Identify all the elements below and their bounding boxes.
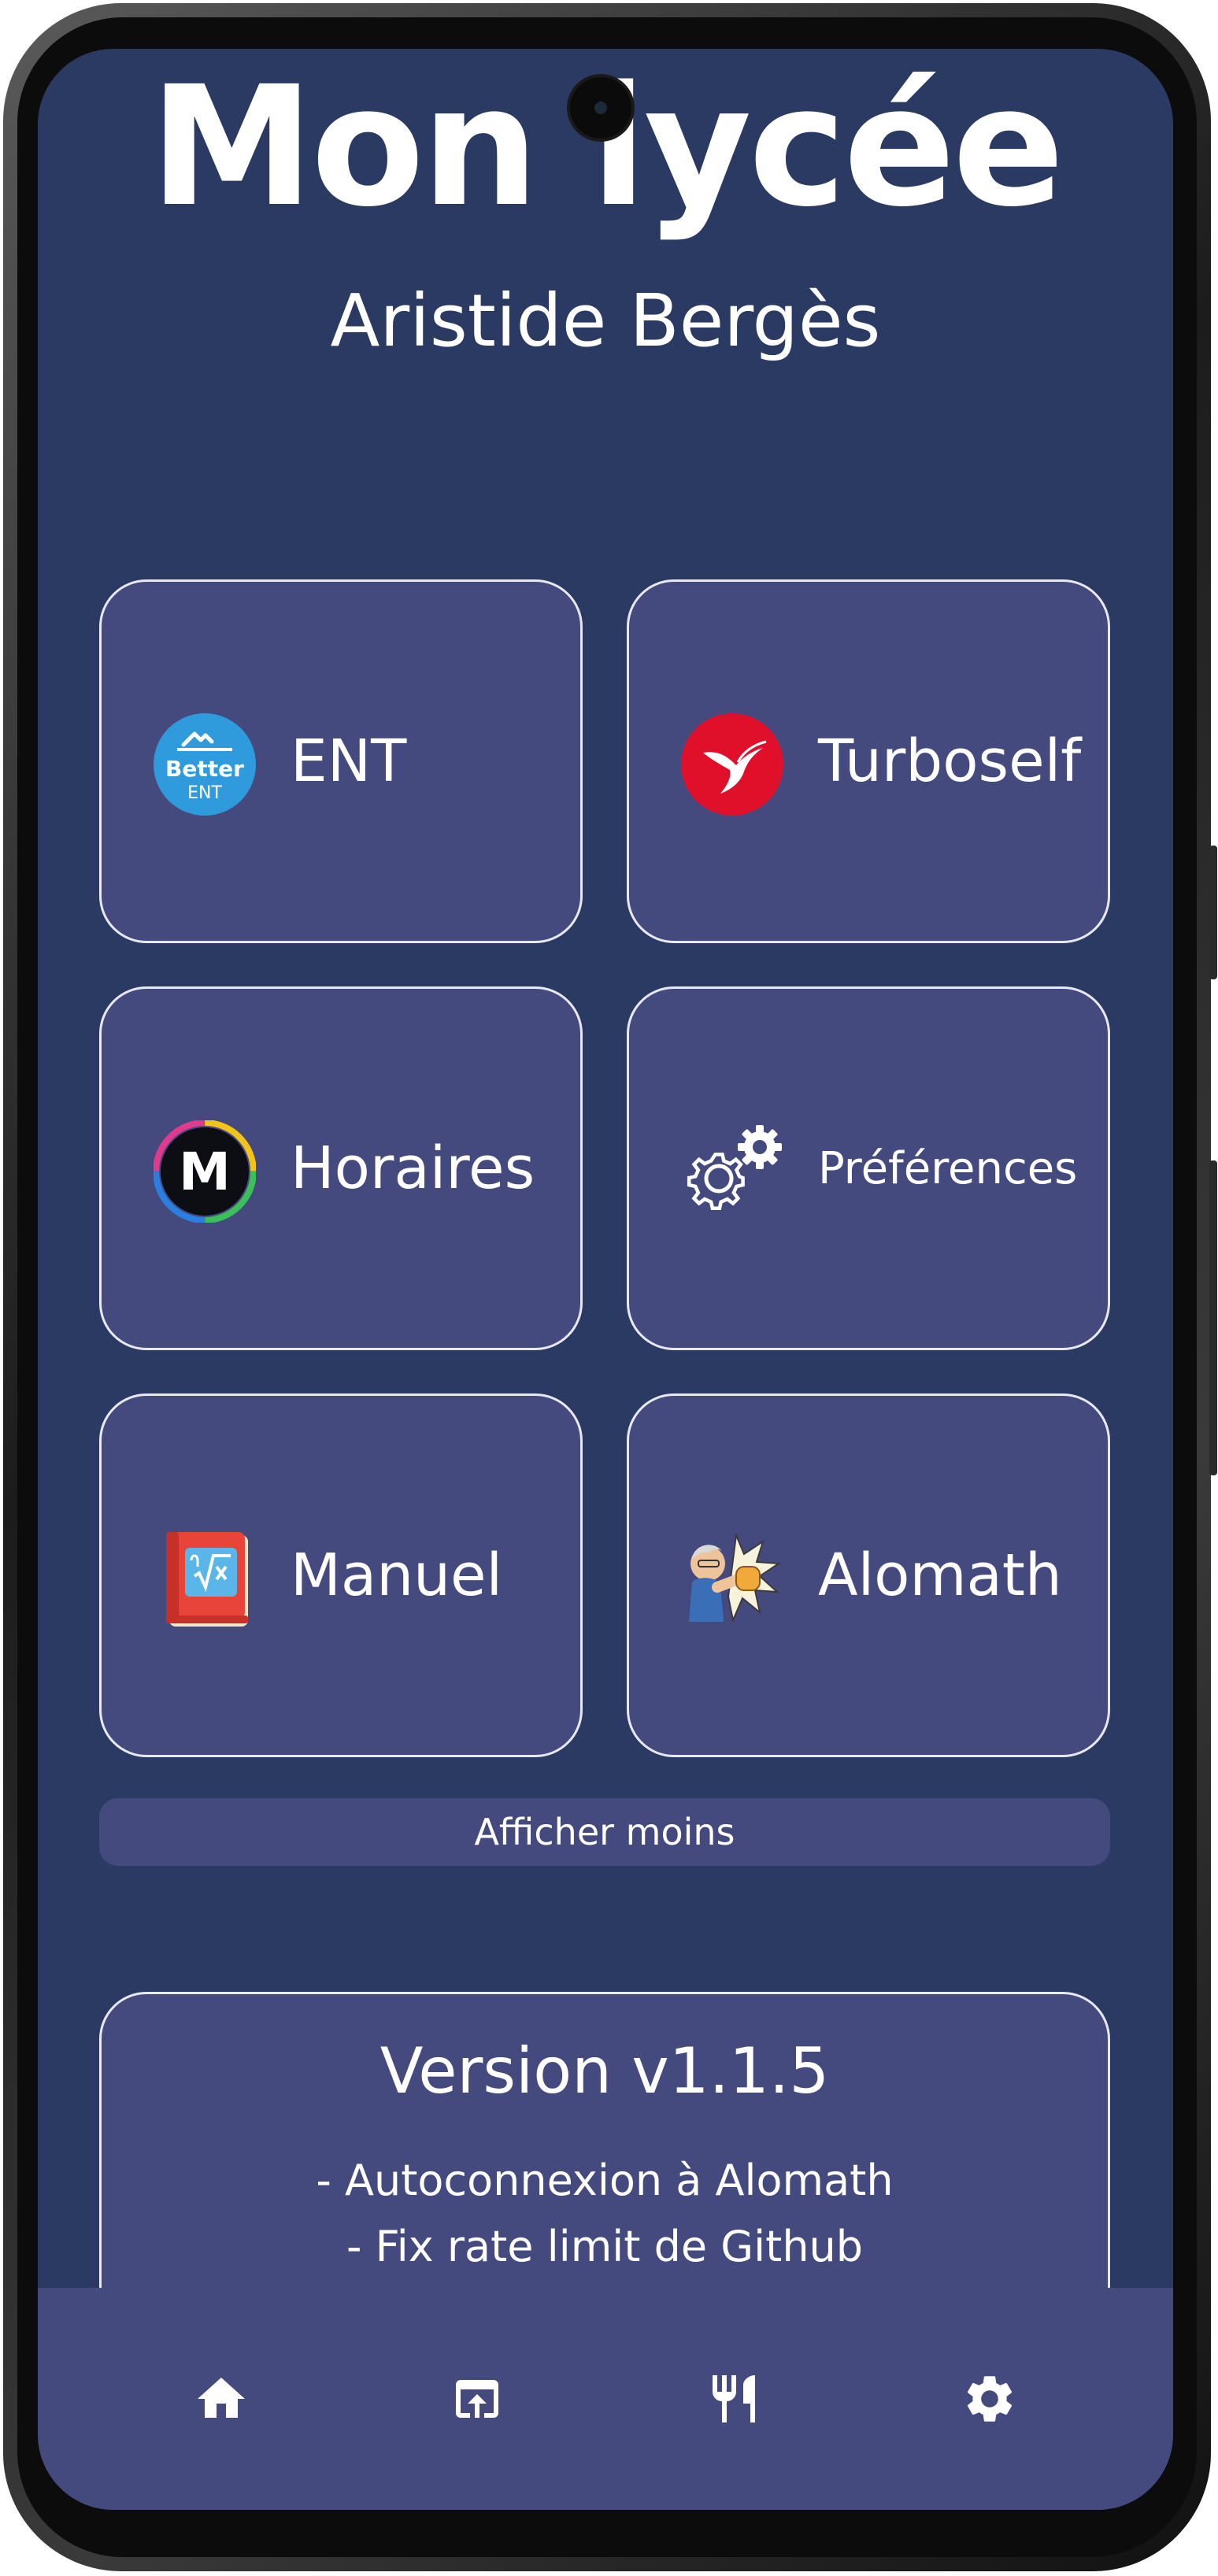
nav-home[interactable] xyxy=(158,2336,284,2462)
better-ent-logo-icon: Better ENT xyxy=(154,713,256,816)
card-manuel[interactable]: Manuel xyxy=(99,1393,583,1757)
card-label-preferences: Préférences xyxy=(818,1142,1078,1194)
card-label-horaires: Horaires xyxy=(291,1134,535,1202)
card-label-turboself: Turboself xyxy=(818,727,1082,795)
volume-button xyxy=(1209,846,1217,979)
card-preferences[interactable]: Préférences xyxy=(627,986,1110,1350)
school-name: Aristide Bergès xyxy=(330,279,881,363)
m-logo-icon: M xyxy=(154,1120,256,1223)
settings-gear-icon xyxy=(968,2376,1013,2422)
changelog-item: - Fix rate limit de Github xyxy=(346,2222,864,2271)
show-less-button[interactable]: Afficher moins xyxy=(99,1798,1110,1866)
power-button xyxy=(1209,1160,1217,1475)
card-label-alomath: Alomath xyxy=(818,1542,1062,1609)
changelog-list: - Autoconnexion à Alomath - Fix rate lim… xyxy=(102,2148,1108,2280)
home-icon xyxy=(197,2378,245,2418)
camera-hole xyxy=(570,77,631,139)
bottom-navigation xyxy=(38,2288,1173,2510)
version-title: Version v1.1.5 xyxy=(379,2034,830,2108)
card-alomath[interactable]: Alomath xyxy=(627,1393,1110,1757)
nav-open-link[interactable] xyxy=(414,2336,540,2462)
open-in-browser-icon xyxy=(456,2380,499,2418)
changelog-item: - Autoconnexion à Alomath xyxy=(316,2156,894,2205)
card-ent[interactable]: Better ENT ENT xyxy=(99,579,583,943)
card-horaires[interactable]: M Horaires xyxy=(99,986,583,1350)
m-logo-text: M xyxy=(179,1142,231,1202)
app-screen: Mon lycée Aristide Bergès Better ENT ENT… xyxy=(38,49,1173,2510)
better-logo-text: Better xyxy=(165,756,244,782)
gears-icon xyxy=(681,1120,783,1223)
card-turboself[interactable]: Turboself xyxy=(627,579,1110,943)
restaurant-icon xyxy=(712,2375,755,2422)
card-label-ent: ENT xyxy=(291,727,407,795)
card-label-manuel: Manuel xyxy=(291,1542,503,1609)
ent-logo-text: ENT xyxy=(187,783,222,803)
nav-settings[interactable] xyxy=(927,2336,1053,2462)
math-book-icon xyxy=(154,1527,256,1630)
nav-restaurant[interactable] xyxy=(671,2336,797,2462)
hummingbird-logo-icon xyxy=(681,713,783,816)
punch-avatar-icon xyxy=(681,1527,783,1630)
